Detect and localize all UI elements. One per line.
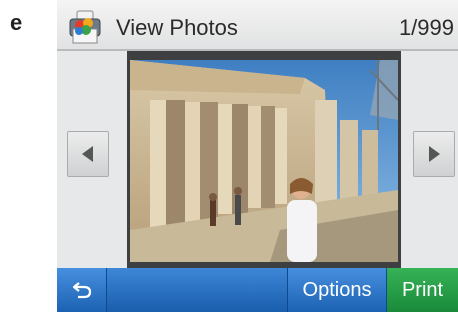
header-bar: View Photos 1/999 xyxy=(57,0,458,51)
photo-app-icon xyxy=(68,10,102,44)
previous-photo-button[interactable] xyxy=(67,131,109,177)
photo-counter: 1/999 xyxy=(398,15,454,40)
figure-label: e xyxy=(10,10,23,35)
next-photo-button[interactable] xyxy=(413,131,455,177)
page-title: View Photos xyxy=(116,15,238,40)
printer-screen: View Photos 1/999 Options Print xyxy=(57,0,458,312)
options-button[interactable]: Options xyxy=(287,268,387,312)
back-button[interactable] xyxy=(57,268,107,312)
print-button[interactable]: Print xyxy=(387,268,458,312)
photo-preview[interactable] xyxy=(130,60,398,262)
bottom-toolbar: Options Print xyxy=(57,268,458,312)
